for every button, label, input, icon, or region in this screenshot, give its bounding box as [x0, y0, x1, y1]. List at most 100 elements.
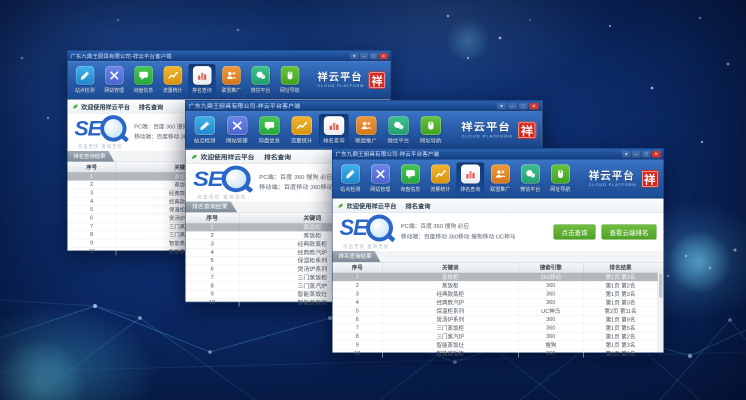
- toolbar-item-traffic-stats[interactable]: 流量统计: [427, 163, 455, 195]
- table-row[interactable]: 4经典款汽炉360第1页 第3名: [333, 299, 664, 308]
- header-no: 序号: [186, 213, 240, 223]
- alliance-promo-icon: [491, 165, 510, 184]
- table-row[interactable]: 3经典款蒸柜360第1页 第3名: [333, 290, 664, 299]
- cell-result: 第1页 第3名: [584, 341, 658, 349]
- toolbar-item-site-check[interactable]: 站点检测: [337, 163, 365, 195]
- cell-keyword: 蒸饭柜: [383, 273, 519, 281]
- close-button[interactable]: ✕: [652, 151, 661, 158]
- cell-engine: UC神马: [519, 307, 584, 315]
- toolbar-item-ranking-query[interactable]: 排名查询: [189, 64, 216, 95]
- cell-engine: 360: [519, 282, 584, 290]
- cell-result: 第1页 第9名: [584, 316, 658, 324]
- magnifier-icon: [366, 215, 393, 242]
- click-query-button[interactable]: 点击查询: [553, 225, 595, 240]
- toolbar-item-traffic-stats[interactable]: 流量统计: [159, 64, 186, 95]
- minimize-button[interactable]: ─: [508, 103, 517, 109]
- header-no: 序号: [333, 263, 383, 273]
- seo-logo: SE 点击无忧 查询无忧: [74, 115, 126, 149]
- toolbar-item-alliance-promo[interactable]: 联盟推广: [351, 114, 381, 146]
- table-body: 1蒸饭柜360移动第1页 第3名2蒸饭柜360第1页 第2名3经典款蒸柜360第…: [333, 273, 664, 353]
- seo-tagline: 点击无忧 查询无忧: [197, 194, 247, 200]
- toolbar-item-inquiry-message[interactable]: 询盘信息: [254, 114, 284, 146]
- tab-ranking-results[interactable]: 排名查询结果: [67, 151, 114, 162]
- minimize-button[interactable]: ─: [632, 151, 641, 158]
- table-row[interactable]: 1蒸饭柜360移动第1页 第3名: [333, 273, 664, 282]
- window-controls: ▾ ─ □ ✕: [497, 103, 538, 109]
- table-row[interactable]: 10智能蒸饭柜360第1页 第3名: [333, 350, 664, 358]
- maximize-button[interactable]: □: [370, 53, 378, 59]
- toolbar-item-site-check[interactable]: 站点检测: [190, 114, 220, 146]
- window-title: 广东九鼎王厨具有限公司-祥云平台客户端: [336, 150, 440, 158]
- toolbar-item-alliance-promo[interactable]: 联盟推广: [487, 163, 515, 195]
- toolbar-item-label: 流量统计: [430, 185, 450, 193]
- toolbar-item-traffic-stats[interactable]: 流量统计: [287, 114, 317, 146]
- window-titlebar[interactable]: 广东九鼎王厨具有限公司-祥云平台客户端 ▾ ─ □ ✕: [67, 50, 390, 61]
- close-button[interactable]: ✕: [379, 53, 387, 59]
- toolbar-item-ranking-query[interactable]: 排名查询: [457, 163, 485, 195]
- toolbar-item-site-check[interactable]: 站点检测: [71, 64, 98, 95]
- toolbar-item-site-manage[interactable]: 网站管理: [367, 163, 395, 195]
- inquiry-message-icon: [134, 66, 153, 85]
- cell-no: 1: [186, 223, 240, 231]
- ranking-table: 序号 关键词 搜索引擎 排名结果 1蒸饭柜360移动第1页 第3名2蒸饭柜360…: [333, 263, 664, 353]
- toolbar-item-label: 联盟推广: [221, 86, 241, 93]
- toolbar-item-site-manage[interactable]: 网站管理: [222, 114, 252, 146]
- close-button[interactable]: ✕: [529, 103, 538, 109]
- query-actions: 点击查询 查看云端排名: [553, 225, 656, 240]
- main-toolbar: 站点检测网站管理询盘信息流量统计排名查询联盟推广微信平台网址导航 祥云平台 CL…: [186, 111, 542, 149]
- brand-subtitle: CLOUD PLATFORM: [461, 134, 512, 138]
- toolbar-item-alliance-promo[interactable]: 联盟推广: [218, 64, 245, 95]
- cell-keyword: 智能蒸饭柜: [383, 350, 519, 358]
- toolbar-item-label: 询盘信息: [400, 185, 420, 193]
- cell-no: 7: [67, 222, 116, 230]
- leaf-icon: [191, 154, 197, 160]
- skin-button[interactable]: ▾: [350, 53, 358, 59]
- leaf-icon: [338, 203, 344, 209]
- cell-no: 3: [186, 240, 240, 248]
- toolbar-item-label: 网址导航: [420, 136, 442, 143]
- skin-button[interactable]: ▾: [622, 151, 631, 158]
- maximize-button[interactable]: □: [519, 103, 528, 109]
- table-row[interactable]: 8三门蒸汽炉360第1页 第2名: [333, 333, 664, 342]
- table-row[interactable]: 7三门蒸饭柜360第1页 第5名: [333, 324, 664, 333]
- skin-button[interactable]: ▾: [497, 103, 506, 109]
- cell-no: 5: [186, 257, 240, 265]
- table-row[interactable]: 2蒸饭柜360第1页 第2名: [333, 282, 664, 291]
- cell-keyword: 保温柜系列: [383, 307, 519, 315]
- cell-keyword: 经典款汽炉: [383, 299, 519, 307]
- ranking-query-icon: [324, 116, 344, 135]
- table-row[interactable]: 5保温柜系列UC神马第2页 第11名: [333, 307, 664, 316]
- scrollbar-thumb[interactable]: [659, 274, 663, 298]
- site-nav-icon: [281, 66, 300, 85]
- cell-no: 8: [186, 282, 240, 290]
- window-titlebar[interactable]: 广东九鼎王厨具有限公司-祥云平台客户端 ▾ ─ □ ✕: [186, 100, 542, 111]
- toolbar-item-site-nav[interactable]: 网址导航: [416, 114, 446, 146]
- toolbar-item-site-manage[interactable]: 网站管理: [101, 64, 128, 95]
- seo-logo-letters: SE: [193, 168, 222, 190]
- tab-ranking-results[interactable]: 排名查询结果: [186, 202, 238, 213]
- cell-engine: 360移动: [519, 273, 584, 281]
- table-row[interactable]: 6煲汤炉系列360第1页 第9名: [333, 316, 664, 325]
- toolbar-item-ranking-query[interactable]: 排名查询: [319, 114, 349, 146]
- tab-ranking-results[interactable]: 排名查询结果: [333, 251, 381, 262]
- toolbar-item-inquiry-message[interactable]: 询盘信息: [130, 64, 157, 95]
- view-cloud-ranking-button[interactable]: 查看云端排名: [601, 225, 656, 240]
- toolbar-item-site-nav[interactable]: 网址导航: [547, 163, 575, 195]
- brand-name: 祥云平台: [589, 170, 637, 181]
- cell-no: 9: [333, 341, 383, 349]
- window-titlebar[interactable]: 广东九鼎王厨具有限公司-祥云平台客户端 ▾ ─ □ ✕: [333, 149, 664, 160]
- table-scrollbar[interactable]: [658, 273, 664, 353]
- brand-text: 祥云平台 CLOUD PLATFORM: [461, 122, 512, 138]
- maximize-button[interactable]: □: [642, 151, 651, 158]
- seo-logo: SE 点击无忧 查询无忧: [193, 166, 250, 201]
- cell-no: 7: [333, 324, 383, 332]
- cell-no: 4: [333, 299, 383, 307]
- toolbar-item-site-nav[interactable]: 网址导航: [276, 64, 303, 95]
- toolbar-item-wechat-platform[interactable]: 微信平台: [384, 114, 414, 146]
- minimize-button[interactable]: ─: [360, 53, 368, 59]
- table-row[interactable]: 9智能蒸饭灶搜狗第1页 第3名: [333, 341, 664, 350]
- toolbar-item-wechat-platform[interactable]: 微信平台: [247, 64, 274, 95]
- toolbar-item-wechat-platform[interactable]: 微信平台: [517, 163, 545, 195]
- toolbar-item-inquiry-message[interactable]: 询盘信息: [397, 163, 425, 195]
- seo-logo-letters: SE: [340, 217, 367, 239]
